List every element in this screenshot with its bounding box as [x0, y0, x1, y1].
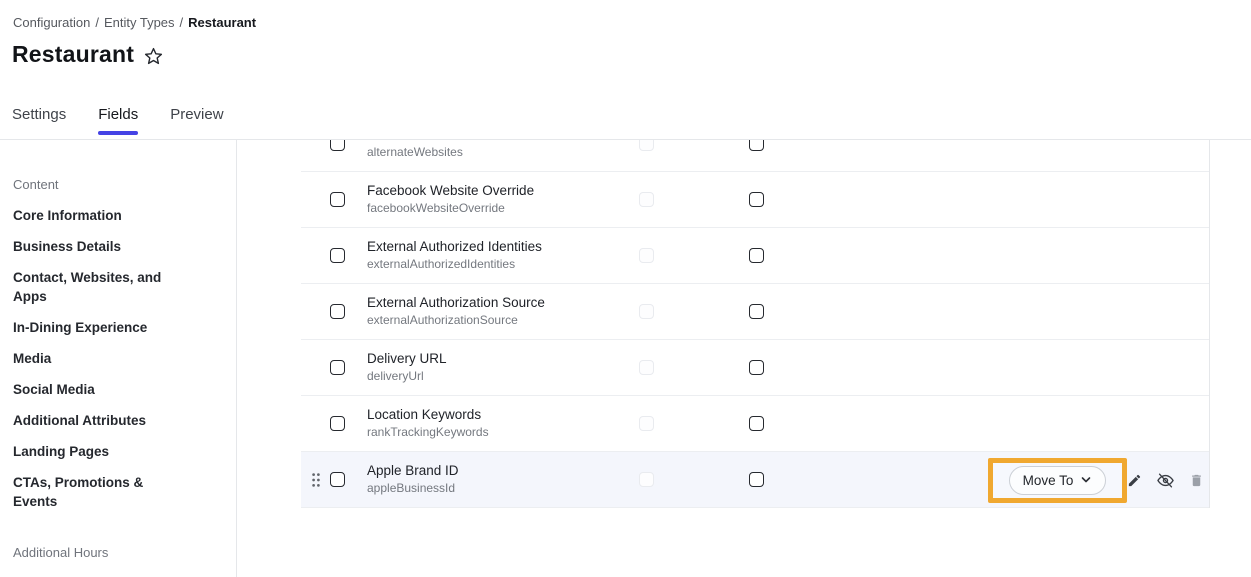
- field-text: Alternate Websites alternateWebsites: [367, 140, 480, 160]
- row-select-checkbox[interactable]: [330, 360, 345, 375]
- hide-eye-slash-icon[interactable]: [1154, 469, 1177, 492]
- sidebar-section-header-content: Content: [13, 175, 216, 194]
- sidebar-item-contact-websites-and-apps[interactable]: Contact, Websites, and Apps: [13, 268, 188, 306]
- breadcrumb-item-entity-types[interactable]: Entity Types: [104, 15, 175, 30]
- field-name: Location Keywords: [367, 406, 489, 423]
- breadcrumb-separator: /: [95, 15, 99, 30]
- sidebar-item-additional-attributes[interactable]: Additional Attributes: [13, 411, 188, 430]
- field-name: External Authorization Source: [367, 294, 545, 311]
- field-name: External Authorized Identities: [367, 238, 542, 255]
- fields-table: Alternate Websites alternateWebsites Mov…: [301, 140, 1210, 508]
- field-api-name: deliveryUrl: [367, 369, 447, 384]
- breadcrumb: Configuration / Entity Types / Restaurant: [13, 15, 256, 30]
- field-name: Apple Brand ID: [367, 462, 459, 479]
- row-select-checkbox[interactable]: [330, 248, 345, 263]
- tab-bar: Settings Fields Preview: [12, 106, 224, 135]
- field-api-name: facebookWebsiteOverride: [367, 201, 534, 216]
- row-middle-checkbox-disabled: [639, 416, 654, 431]
- row-middle-checkbox-disabled: [639, 304, 654, 319]
- table-row: Alternate Websites alternateWebsites Mov…: [301, 140, 1209, 172]
- sidebar-item-media[interactable]: Media: [13, 349, 188, 368]
- breadcrumb-item-configuration[interactable]: Configuration: [13, 15, 90, 30]
- field-text: Location Keywords rankTrackingKeywords: [367, 406, 489, 440]
- row-middle-checkbox-disabled: [639, 140, 654, 151]
- table-row: External Authorization Source externalAu…: [301, 284, 1209, 340]
- field-api-name: rankTrackingKeywords: [367, 425, 489, 440]
- field-text: Apple Brand ID appleBusinessId: [367, 462, 459, 496]
- table-row: Facebook Website Override facebookWebsit…: [301, 172, 1209, 228]
- move-to-button[interactable]: Move To: [1009, 466, 1107, 495]
- row-right-checkbox[interactable]: [749, 140, 764, 151]
- page-title: Restaurant: [12, 41, 134, 68]
- drag-handle-icon[interactable]: [311, 472, 321, 488]
- field-api-name: appleBusinessId: [367, 481, 459, 496]
- field-name: Delivery URL: [367, 350, 447, 367]
- table-row: Location Keywords rankTrackingKeywords M…: [301, 396, 1209, 452]
- row-right-checkbox[interactable]: [749, 416, 764, 431]
- field-api-name: externalAuthorizedIdentities: [367, 257, 542, 272]
- sidebar-section-header-additional-hours: Additional Hours: [13, 543, 216, 562]
- row-select-checkbox[interactable]: [330, 140, 345, 151]
- row-middle-checkbox-disabled: [639, 192, 654, 207]
- row-select-checkbox[interactable]: [330, 416, 345, 431]
- breadcrumb-item-restaurant: Restaurant: [188, 15, 256, 30]
- tab-fields[interactable]: Fields: [98, 106, 138, 135]
- row-select-checkbox[interactable]: [330, 304, 345, 319]
- row-icon-buttons: [1125, 469, 1206, 492]
- row-right-checkbox[interactable]: [749, 248, 764, 263]
- field-text: External Authorization Source externalAu…: [367, 294, 545, 328]
- row-right-checkbox[interactable]: [749, 192, 764, 207]
- row-select-checkbox[interactable]: [330, 192, 345, 207]
- tab-preview[interactable]: Preview: [170, 106, 223, 135]
- sidebar-item-social-media[interactable]: Social Media: [13, 380, 188, 399]
- field-text: External Authorized Identities externalA…: [367, 238, 542, 272]
- row-select-checkbox[interactable]: [330, 472, 345, 487]
- row-right-checkbox[interactable]: [749, 304, 764, 319]
- row-actions: Move To: [988, 452, 1206, 508]
- field-text: Delivery URL deliveryUrl: [367, 350, 447, 384]
- delete-trash-icon[interactable]: [1187, 471, 1206, 490]
- field-name: Alternate Websites: [367, 140, 480, 143]
- row-middle-checkbox-disabled: [639, 472, 654, 487]
- sidebar-item-core-information[interactable]: Core Information: [13, 206, 188, 225]
- tab-settings[interactable]: Settings: [12, 106, 66, 135]
- sidebar-item-ctas-promotions-events[interactable]: CTAs, Promotions & Events: [13, 473, 188, 511]
- table-row: Delivery URL deliveryUrl Move To: [301, 340, 1209, 396]
- field-name: Facebook Website Override: [367, 182, 534, 199]
- breadcrumb-separator: /: [180, 15, 184, 30]
- edit-pencil-icon[interactable]: [1125, 471, 1144, 490]
- row-middle-checkbox-disabled: [639, 248, 654, 263]
- row-right-checkbox[interactable]: [749, 472, 764, 487]
- sidebar: Content Core Information Business Detail…: [0, 140, 237, 577]
- chevron-down-icon: [1080, 474, 1092, 486]
- field-api-name: alternateWebsites: [367, 145, 480, 160]
- row-middle-checkbox-disabled: [639, 360, 654, 375]
- highlight-annotation-box: Move To: [988, 458, 1127, 503]
- move-to-label: Move To: [1023, 473, 1074, 488]
- field-text: Facebook Website Override facebookWebsit…: [367, 182, 534, 216]
- table-row: Apple Brand ID appleBusinessId Move To: [301, 452, 1209, 508]
- field-api-name: externalAuthorizationSource: [367, 313, 545, 328]
- favorite-star-icon[interactable]: [143, 46, 164, 67]
- sidebar-item-in-dining-experience[interactable]: In-Dining Experience: [13, 318, 188, 337]
- sidebar-item-business-details[interactable]: Business Details: [13, 237, 188, 256]
- sidebar-nav: Content Core Information Business Detail…: [13, 175, 216, 577]
- table-row: External Authorized Identities externalA…: [301, 228, 1209, 284]
- row-right-checkbox[interactable]: [749, 360, 764, 375]
- sidebar-item-landing-pages[interactable]: Landing Pages: [13, 442, 188, 461]
